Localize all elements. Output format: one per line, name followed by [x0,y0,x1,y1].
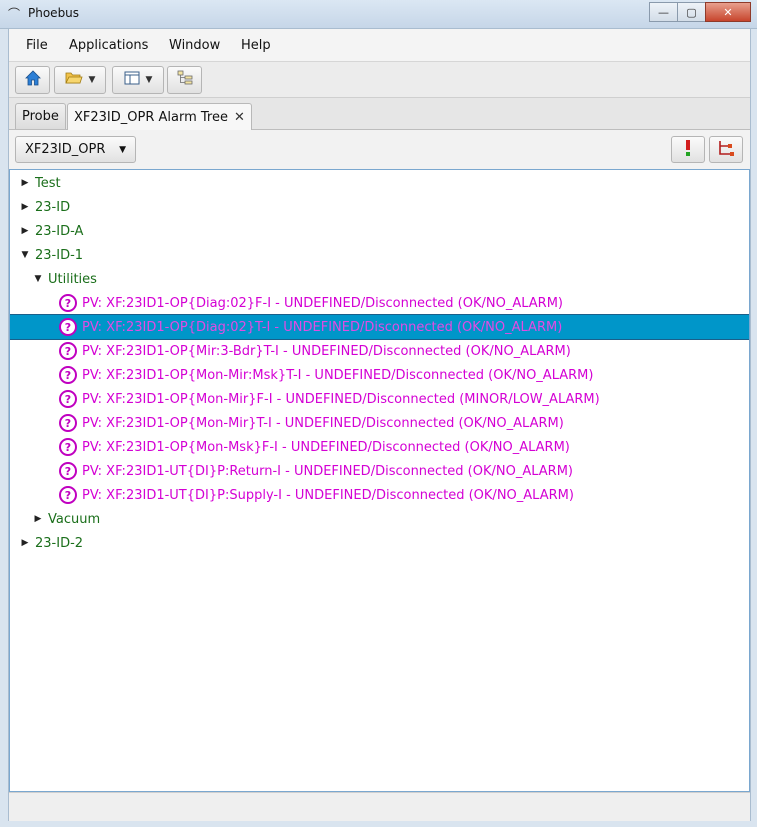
pv-label: PV: XF:23ID1-OP{Mir:3-Bdr}T-I - UNDEFINE… [82,343,571,359]
main-window: File Applications Window Help ▼ ▼ Probe … [8,28,751,821]
chevron-down-icon: ▼ [119,144,126,155]
home-icon [24,69,42,91]
disconnected-question-icon: ? [59,318,77,336]
chevron-down-icon: ▼ [145,75,153,85]
expanded-arrow-icon[interactable]: ▼ [20,250,30,260]
disconnected-question-icon: ? [59,342,77,360]
collapsed-arrow-icon[interactable]: ▶ [20,202,30,212]
maximize-button[interactable]: ▢ [677,2,706,22]
tree-node-label: 23-ID-1 [35,247,84,263]
open-button[interactable]: ▼ [54,66,106,94]
alarm-table-button[interactable] [671,136,705,163]
expanded-arrow-icon[interactable]: ▼ [33,274,43,284]
config-selector[interactable]: XF23ID_OPR ▼ [15,136,136,163]
pv-label: PV: XF:23ID1-UT{DI}P:Supply-I - UNDEFINE… [82,487,574,503]
collapsed-arrow-icon[interactable]: ▶ [20,538,30,548]
tree-node-label: Utilities [48,271,97,287]
open-folder-icon [64,71,83,89]
pv-tree-item[interactable]: ? PV: XF:23ID1-OP{Mir:3-Bdr}T-I - UNDEFIN… [10,339,749,363]
disconnected-question-icon: ? [59,414,77,432]
tree-config-icon [717,139,735,161]
menubar: File Applications Window Help [9,29,750,62]
tree-view-button[interactable] [167,66,202,94]
minimize-button[interactable]: — [649,2,678,22]
tree-node[interactable]: ▶ Vacuum [10,507,749,531]
alarm-icon [683,139,693,161]
menu-applications[interactable]: Applications [69,38,148,53]
pv-tree-item[interactable]: ? PV: XF:23ID1-OP{Mon-Mir:Msk}T-I - UNDEF… [10,363,749,387]
menu-window[interactable]: Window [169,38,220,53]
disconnected-question-icon: ? [59,294,77,312]
close-window-button[interactable]: ✕ [705,2,751,22]
tab-bar: Probe XF23ID_OPR Alarm Tree ✕ [9,98,750,130]
status-bar [9,792,750,821]
pv-label: PV: XF:23ID1-OP{Diag:02}F-I - UNDEFINED/… [82,295,563,311]
disconnected-question-icon: ? [59,438,77,456]
collapsed-arrow-icon[interactable]: ▶ [20,226,30,236]
pv-tree-item[interactable]: ? PV: XF:23ID1-OP{Mon-Mir}F-I - UNDEFINED… [10,387,749,411]
tree-icon [176,70,194,90]
tree-node-label: Vacuum [48,511,101,527]
tree-node[interactable]: ▶ 23-ID [10,195,749,219]
toolbar: ▼ ▼ [9,62,750,98]
tree-node-label: Test [35,175,61,191]
config-selector-value: XF23ID_OPR [25,142,106,157]
tree-node[interactable]: ▼ 23-ID-1 [10,243,749,267]
pv-tree-item[interactable]: ? PV: XF:23ID1-UT{DI}P:Return-I - UNDEFIN… [10,459,749,483]
tab-alarm-tree[interactable]: XF23ID_OPR Alarm Tree ✕ [67,103,252,130]
pv-tree-item[interactable]: ? PV: XF:23ID1-OP{Diag:02}F-I - UNDEFINED… [10,291,749,315]
menu-file[interactable]: File [26,38,48,53]
window-title: Phoebus [28,6,80,20]
tab-probe[interactable]: Probe [15,103,66,129]
window-controls: — ▢ ✕ [649,2,751,22]
pv-tree-item[interactable]: ? PV: XF:23ID1-OP{Mon-Msk}F-I - UNDEFINED… [10,435,749,459]
layout-button[interactable]: ▼ [112,66,164,94]
menu-help[interactable]: Help [241,38,271,53]
pv-tree-item[interactable]: ? PV: XF:23ID1-OP{Mon-Mir}T-I - UNDEFINED… [10,411,749,435]
app-icon: ⌒ [8,7,21,21]
alarm-tree-config-button[interactable] [709,136,743,163]
disconnected-question-icon: ? [59,462,77,480]
pv-tree-item[interactable]: ? PV: XF:23ID1-OP{Diag:02}T-I - UNDEFINED… [10,314,749,340]
alarm-tree[interactable]: ▶ Test ▶ 23-ID ▶ 23-ID-A ▼ 23-ID-1 ▼ Utilities? PV… [9,169,750,792]
tree-node-label: 23-ID-2 [35,535,84,551]
tree-node[interactable]: ▶ Test [10,171,749,195]
alarm-config-bar: XF23ID_OPR ▼ [9,130,750,168]
pv-tree-item[interactable]: ? PV: XF:23ID1-UT{DI}P:Supply-I - UNDEFIN… [10,483,749,507]
tree-node[interactable]: ▶ 23-ID-A [10,219,749,243]
disconnected-question-icon: ? [59,390,77,408]
window-titlebar: ⌒ Phoebus — ▢ ✕ [0,0,757,29]
home-button[interactable] [15,66,50,94]
chevron-down-icon: ▼ [88,75,96,85]
collapsed-arrow-icon[interactable]: ▶ [33,514,43,524]
layout-icon [124,71,140,89]
close-icon[interactable]: ✕ [234,110,245,125]
tab-label: Probe [22,109,59,124]
pv-label: PV: XF:23ID1-OP{Diag:02}T-I - UNDEFINED/… [82,319,563,335]
pv-label: PV: XF:23ID1-UT{DI}P:Return-I - UNDEFINE… [82,463,573,479]
pv-label: PV: XF:23ID1-OP{Mon-Mir:Msk}T-I - UNDEFI… [82,367,594,383]
tree-node[interactable]: ▶ 23-ID-2 [10,531,749,555]
pv-label: PV: XF:23ID1-OP{Mon-Mir}T-I - UNDEFINED/… [82,415,564,431]
pv-label: PV: XF:23ID1-OP{Mon-Msk}F-I - UNDEFINED/… [82,439,570,455]
pv-label: PV: XF:23ID1-OP{Mon-Mir}F-I - UNDEFINED/… [82,391,600,407]
disconnected-question-icon: ? [59,486,77,504]
collapsed-arrow-icon[interactable]: ▶ [20,178,30,188]
tree-node[interactable]: ▼ Utilities [10,267,749,291]
tab-label: XF23ID_OPR Alarm Tree [74,109,228,125]
disconnected-question-icon: ? [59,366,77,384]
tree-node-label: 23-ID-A [35,223,84,239]
tree-node-label: 23-ID [35,199,71,215]
